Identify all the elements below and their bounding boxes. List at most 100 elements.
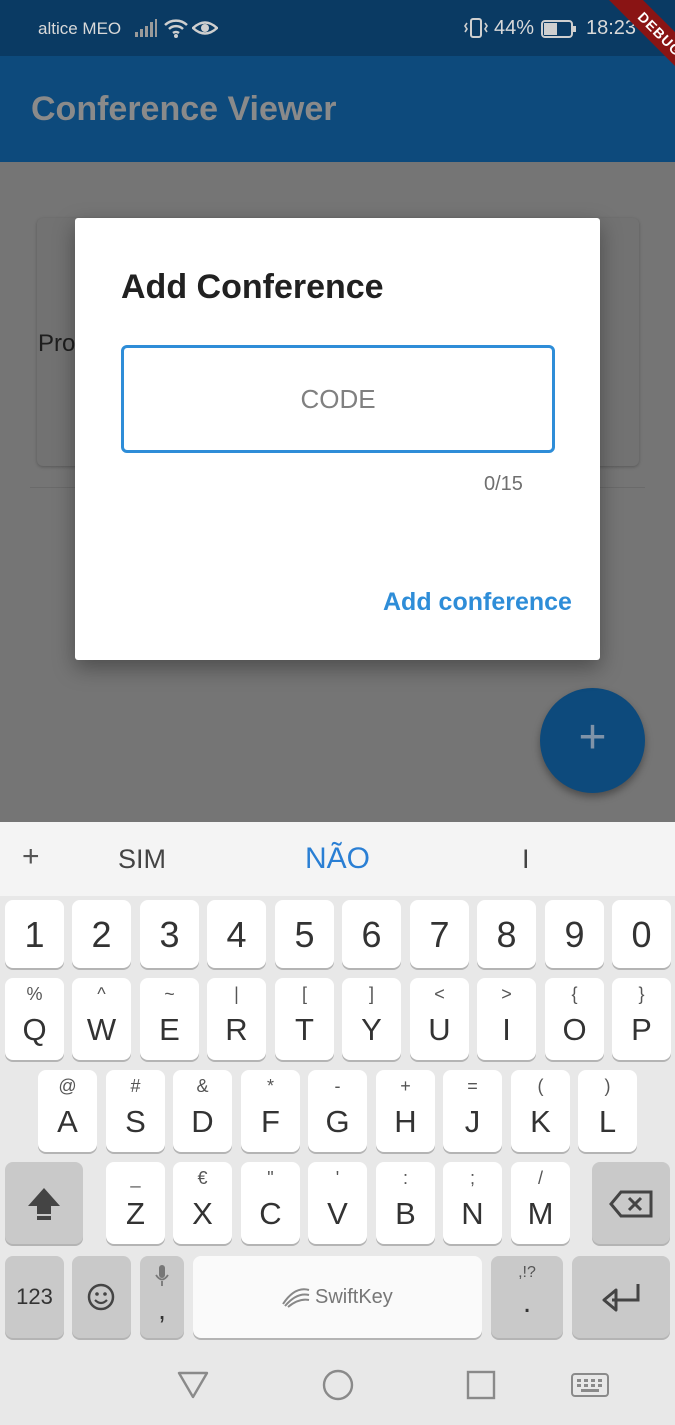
key-secondary: " xyxy=(267,1168,274,1188)
key-2[interactable]: 2 xyxy=(72,900,131,968)
key-secondary: = xyxy=(467,1076,478,1096)
key-label: A xyxy=(57,1104,78,1139)
key-3[interactable]: 3 xyxy=(140,900,199,968)
key-label: . xyxy=(522,1286,532,1319)
key-a[interactable]: @ A xyxy=(38,1070,97,1152)
key-label: M xyxy=(527,1196,554,1231)
back-icon[interactable] xyxy=(177,1370,209,1400)
key-h[interactable]: + H xyxy=(376,1070,435,1152)
key-secondary: ' xyxy=(335,1168,340,1188)
key-z[interactable]: _ Z xyxy=(106,1162,165,1244)
shift-key[interactable] xyxy=(5,1162,83,1244)
key-secondary: ( xyxy=(537,1076,544,1096)
signal-icon xyxy=(135,19,157,37)
key-label: W xyxy=(86,1012,117,1047)
key-u[interactable]: < U xyxy=(410,978,469,1060)
keyboard-switch-icon[interactable] xyxy=(570,1372,610,1398)
key-t[interactable]: [T xyxy=(275,978,334,1060)
suggestion-1[interactable]: SIM xyxy=(118,844,166,875)
key-secondary: > xyxy=(501,984,512,1004)
key-label: 4 xyxy=(226,914,247,955)
key-label: C xyxy=(259,1196,282,1231)
key-label: 0 xyxy=(631,914,652,955)
key-b[interactable]: :B xyxy=(376,1162,435,1244)
key-f[interactable]: * F xyxy=(241,1070,300,1152)
key-6[interactable]: 6 xyxy=(342,900,401,968)
backspace-key[interactable] xyxy=(592,1162,670,1244)
key-o[interactable]: {O xyxy=(545,978,604,1060)
key-e[interactable]: ~ E xyxy=(140,978,199,1060)
key-label: Y xyxy=(361,1012,382,1047)
key-9[interactable]: 9 xyxy=(545,900,604,968)
suggestion-3[interactable]: I xyxy=(522,844,530,875)
numbers-key[interactable]: 123 xyxy=(5,1256,64,1338)
key-secondary: - xyxy=(334,1076,341,1096)
key-1[interactable]: 1 xyxy=(5,900,64,968)
enter-key[interactable] xyxy=(572,1256,670,1338)
emoji-key[interactable] xyxy=(72,1256,131,1338)
key-secondary: / xyxy=(537,1168,543,1188)
key-m[interactable]: / M xyxy=(511,1162,570,1244)
code-input[interactable]: CODE xyxy=(121,345,555,453)
backspace-icon xyxy=(609,1190,653,1218)
home-icon[interactable] xyxy=(322,1369,354,1401)
toolbar-plus-button[interactable]: + xyxy=(22,840,40,874)
comma-key[interactable]: , xyxy=(140,1256,184,1338)
key-label: 1 xyxy=(24,914,45,955)
swiftkey-logo-icon xyxy=(282,1288,310,1308)
key-secondary: _ xyxy=(130,1168,141,1188)
code-input-placeholder: CODE xyxy=(300,384,376,414)
recents-icon[interactable] xyxy=(466,1370,496,1400)
smiley-icon xyxy=(87,1283,115,1311)
card-text: Pro xyxy=(38,330,76,357)
key-label: S xyxy=(125,1104,146,1139)
key-q[interactable]: % Q xyxy=(5,978,64,1060)
key-label: K xyxy=(530,1104,551,1139)
key-secondary: ; xyxy=(469,1168,475,1188)
key-7[interactable]: 7 xyxy=(410,900,469,968)
key-x[interactable]: € X xyxy=(173,1162,232,1244)
add-conference-button[interactable]: Add conference xyxy=(383,588,572,617)
debug-banner: DEBUG xyxy=(565,0,675,110)
key-label: J xyxy=(464,1104,481,1139)
key-label: 8 xyxy=(496,914,517,955)
key-5[interactable]: 5 xyxy=(275,900,334,968)
key-n[interactable]: ; N xyxy=(443,1162,502,1244)
key-secondary: * xyxy=(266,1076,274,1096)
key-g[interactable]: -G xyxy=(308,1070,367,1152)
key-i[interactable]: > I xyxy=(477,978,536,1060)
key-label: V xyxy=(327,1196,348,1231)
key-l[interactable]: ) L xyxy=(578,1070,637,1152)
key-8[interactable]: 8 xyxy=(477,900,536,968)
keyboard: + SIM NÃO I 1 2 3 4 5 6 7 8 9 0 % Q ^ W ~ E… xyxy=(0,822,675,1425)
key-label: 123 xyxy=(16,1284,53,1309)
key-label: B xyxy=(395,1196,416,1231)
space-key[interactable]: SwiftKey xyxy=(193,1256,482,1338)
key-k[interactable]: (K xyxy=(511,1070,570,1152)
key-label: P xyxy=(631,1012,652,1047)
key-p[interactable]: } P xyxy=(612,978,671,1060)
key-label: N xyxy=(461,1196,484,1231)
key-d[interactable]: & D xyxy=(173,1070,232,1152)
eye-icon xyxy=(192,21,218,35)
key-s[interactable]: # S xyxy=(106,1070,165,1152)
key-r[interactable]: | R xyxy=(207,978,266,1060)
key-secondary: ) xyxy=(604,1076,611,1096)
key-secondary: ~ xyxy=(164,984,175,1004)
microphone-icon xyxy=(155,1265,169,1286)
key-secondary: # xyxy=(130,1076,141,1096)
key-c[interactable]: " C xyxy=(241,1162,300,1244)
key-label: 9 xyxy=(564,914,585,955)
key-w[interactable]: ^ W xyxy=(72,978,131,1060)
period-key[interactable]: ,!? . xyxy=(491,1256,563,1338)
key-j[interactable]: = J xyxy=(443,1070,502,1152)
suggestion-2[interactable]: NÃO xyxy=(305,842,370,876)
key-v[interactable]: ' V xyxy=(308,1162,367,1244)
navigation-bar xyxy=(0,1346,675,1425)
key-4[interactable]: 4 xyxy=(207,900,266,968)
add-fab-button[interactable]: + xyxy=(540,688,645,793)
key-0[interactable]: 0 xyxy=(612,900,671,968)
key-y[interactable]: ] Y xyxy=(342,978,401,1060)
suggestion-bar: + SIM NÃO I xyxy=(0,822,675,896)
key-secondary: @ xyxy=(58,1076,77,1096)
